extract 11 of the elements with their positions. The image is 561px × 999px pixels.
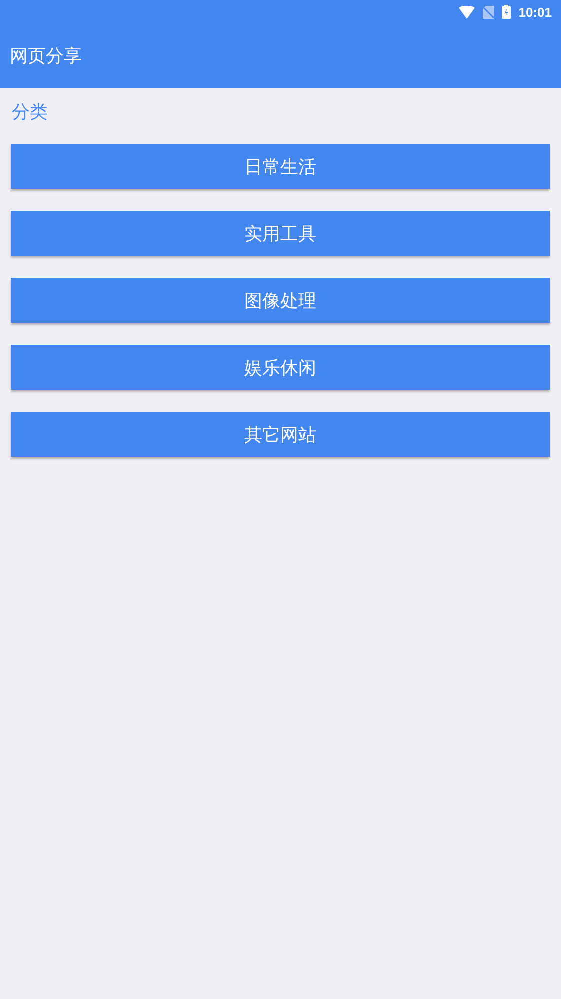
no-sim-icon	[482, 6, 494, 18]
category-button[interactable]: 实用工具	[11, 211, 550, 256]
category-button[interactable]: 图像处理	[11, 278, 550, 323]
category-button[interactable]: 其它网站	[11, 412, 550, 457]
clock-time: 10:01	[518, 4, 552, 20]
category-button[interactable]: 日常生活	[11, 144, 550, 189]
wifi-icon	[458, 6, 475, 18]
category-button[interactable]: 娱乐休闲	[11, 345, 550, 390]
app-title: 网页分享	[10, 45, 82, 68]
section-title: 分类	[12, 101, 48, 124]
battery-icon	[502, 5, 511, 19]
